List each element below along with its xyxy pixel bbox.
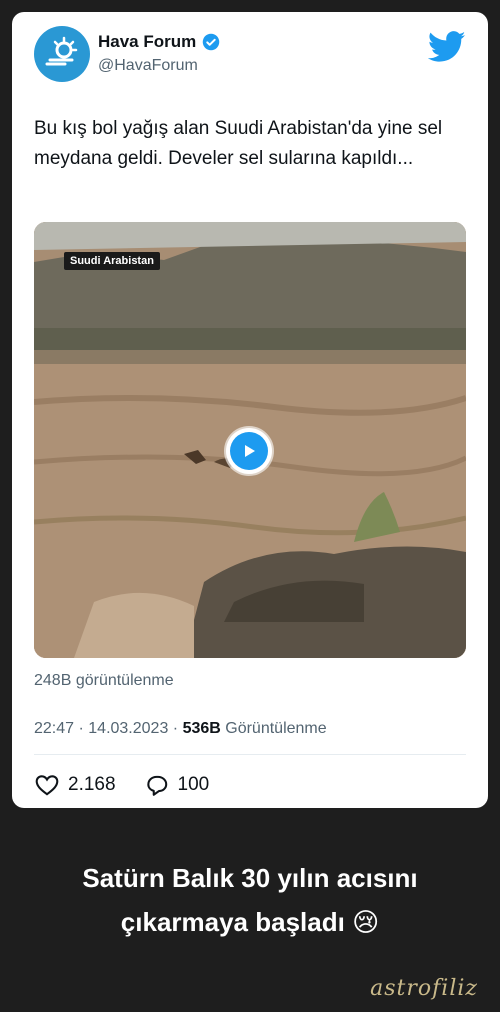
tweet-view-count: 536B [182,720,221,737]
play-button[interactable] [226,428,272,474]
verified-badge-icon [203,33,220,51]
tweet-actions: 2.168 100 [34,772,209,798]
avatar[interactable] [34,26,90,82]
twitter-bird-icon[interactable] [428,30,466,64]
tweet-text: Bu kış bol yağış alan Suudi Arabistan'da… [34,118,443,169]
author-handle[interactable]: @HavaForum [98,57,198,75]
divider [34,754,466,755]
video-player[interactable]: Suudi Arabistan [34,222,466,658]
meta-separator: · [168,720,183,737]
crying-face-icon: 😢 [352,907,380,937]
reply-button[interactable]: 100 [144,772,210,798]
tweet-card: Hava Forum @HavaForum Bu kış bol yağış a… [12,12,488,808]
video-location-label: Suudi Arabistan [64,252,160,270]
weather-logo-icon [45,36,78,66]
story-caption: Satürn Balık 30 yılın acısını çıkarmaya … [0,856,500,944]
meta-separator: · [74,720,89,737]
author-name-row: Hava Forum [98,32,220,52]
video-view-count: 248B görüntülenme [34,672,174,689]
heart-icon [35,775,59,796]
tweet-time[interactable]: 22:47 [34,720,74,738]
like-count: 2.168 [68,774,116,795]
reply-icon [146,775,167,796]
author-name[interactable]: Hava Forum [98,32,196,52]
caption-line-1: Satürn Balık 30 yılın acısını [82,863,418,893]
tweet-date[interactable]: 14.03.2023 [88,720,168,738]
tweet-view-label: Görüntülenme [220,720,327,737]
play-icon [245,445,255,457]
reply-count: 100 [177,774,210,795]
tweet-meta: 22:47 · 14.03.2023 · 536B Görüntülenme [34,720,327,738]
like-button[interactable]: 2.168 [34,772,116,798]
signature-watermark: astrofiliz [370,976,478,1001]
caption-line-2: çıkarmaya başladı 😢 [0,900,500,944]
caption-line-2-text: çıkarmaya başladı [120,907,345,937]
